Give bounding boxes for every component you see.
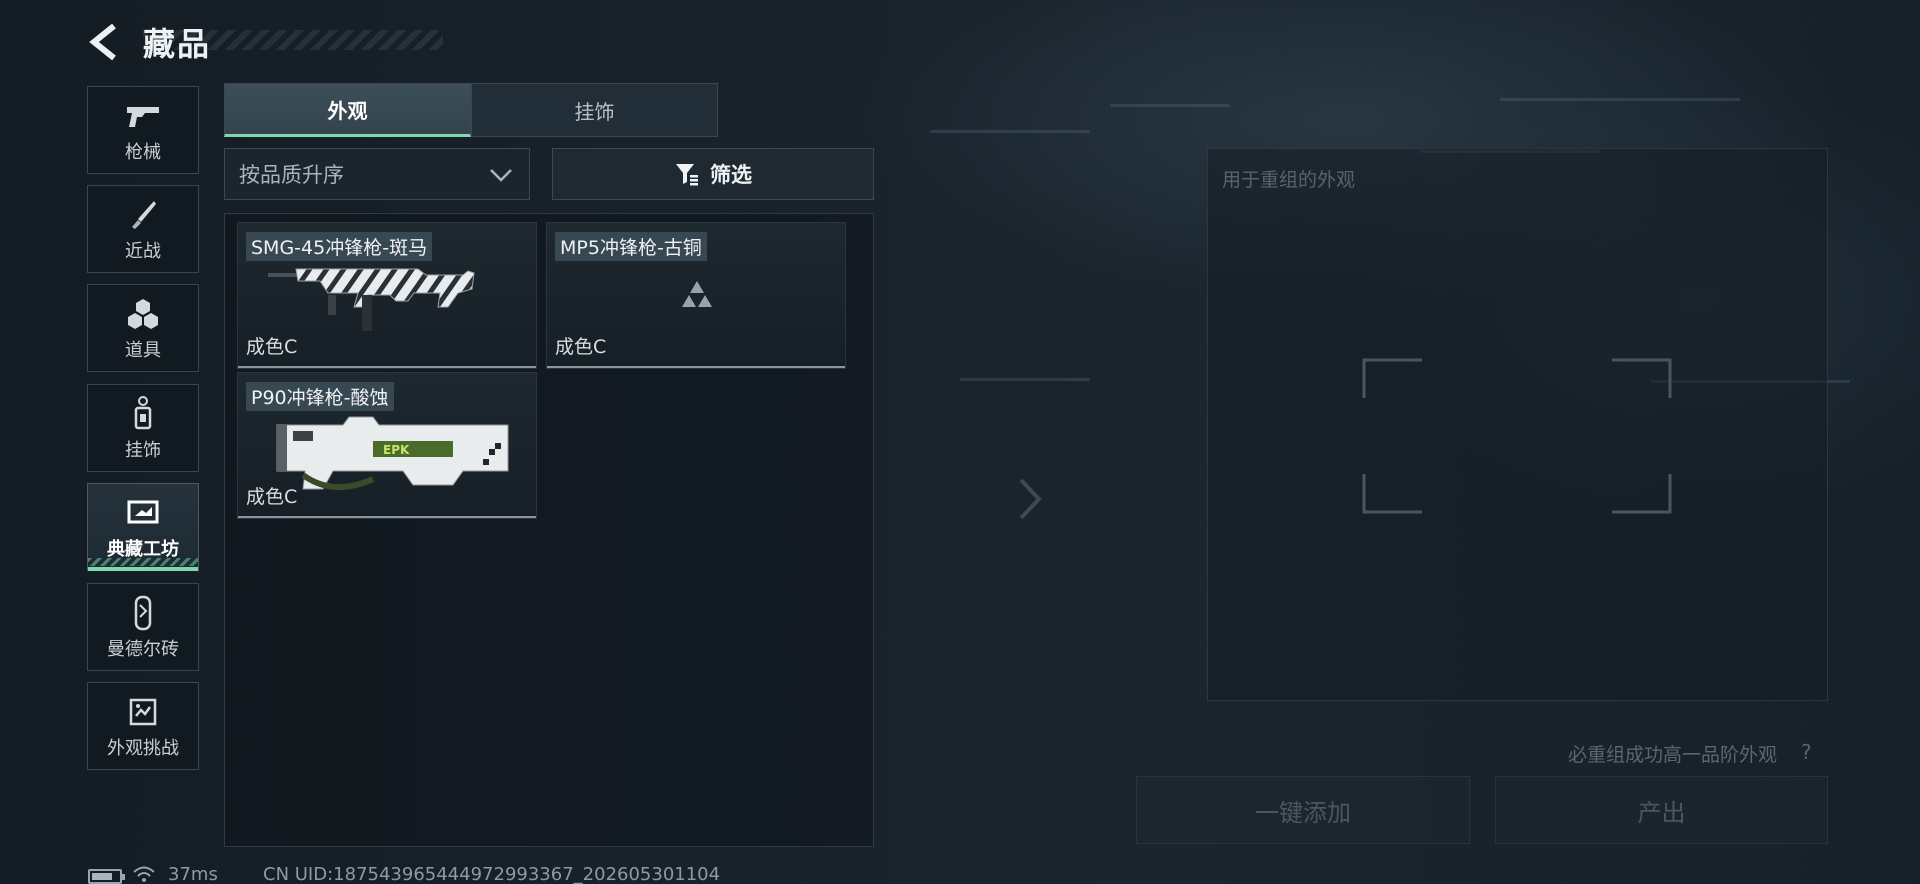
workshop-icon (123, 493, 163, 533)
card-underline (238, 516, 536, 518)
skin-grade: 成色C (246, 486, 298, 508)
sidebar-item-guns[interactable]: 枪械 (87, 86, 199, 174)
sidebar-item-label: 外观挑战 (107, 738, 179, 759)
recombine-slot[interactable] (1362, 358, 1672, 514)
card-underline (547, 366, 845, 368)
ping-readout: 37ms (168, 864, 218, 884)
tab-appearance[interactable]: 外观 (224, 83, 471, 137)
card-underline (238, 366, 536, 368)
skin-card-p90[interactable]: EPK P90冲锋枪-酸蚀 成色C (237, 372, 537, 519)
knife-icon (123, 195, 163, 235)
battery-icon (88, 869, 125, 884)
help-icon[interactable]: ? (1801, 740, 1812, 764)
sidebar-item-mandel-brick[interactable]: 曼德尔砖 (87, 583, 199, 671)
challenge-icon (123, 692, 163, 732)
skin-name: MP5冲锋枪-古铜 (555, 232, 707, 261)
sidebar-item-label: 挂饰 (125, 440, 161, 461)
p90-acid-skin: EPK (276, 416, 509, 491)
sidebar-item-label: 曼德尔砖 (107, 639, 179, 660)
sidebar-item-skin-challenge[interactable]: 外观挑战 (87, 682, 199, 770)
bg-streak (1110, 104, 1230, 107)
sort-dropdown[interactable]: 按品质升序 (224, 148, 530, 200)
active-indicator (88, 558, 198, 566)
filter-button[interactable]: 筛选 (552, 148, 874, 200)
bg-streak (1500, 98, 1740, 101)
filter-icon (676, 164, 698, 186)
merge-note: 必重组成功高一品阶外观 (1568, 744, 1778, 766)
skin-name: P90冲锋枪-酸蚀 (246, 382, 394, 411)
sort-value: 按品质升序 (239, 163, 344, 187)
sidebar-item-charms[interactable]: 挂饰 (87, 384, 199, 472)
sidebar-item-equipment[interactable]: 道具 (87, 284, 199, 372)
wifi-icon (133, 866, 155, 882)
smg45-zebra-skin (268, 268, 475, 331)
bg-streak (930, 130, 1090, 133)
uid-readout: CN UID:18754396544497299336​7_2026053011… (263, 864, 721, 884)
add-all-button[interactable]: 一键添加 (1136, 776, 1470, 844)
sidebar-item-workshop[interactable]: 典藏工坊 (87, 483, 199, 571)
bg-streak (960, 378, 1090, 381)
tab-charms[interactable]: 挂饰 (471, 83, 718, 137)
gun-icon (123, 96, 163, 136)
placeholder-triangle-icon (682, 281, 712, 307)
sidebar-item-label: 近战 (125, 241, 161, 262)
chevron-right-icon (1019, 478, 1042, 520)
output-button[interactable]: 产出 (1495, 776, 1828, 844)
skin-grade: 成色C (246, 336, 298, 358)
page-title: 藏品 (143, 25, 212, 63)
back-arrow-icon (89, 23, 116, 61)
sidebar-item-melee[interactable]: 近战 (87, 185, 199, 273)
back-button[interactable] (86, 22, 120, 62)
filter-label: 筛选 (710, 163, 752, 187)
skin-name: SMG-45冲锋枪-斑马 (246, 232, 433, 261)
skin-card-mp5[interactable]: MP5冲锋枪-古铜 成色C (546, 222, 846, 369)
skin-grade: 成色C (555, 336, 607, 358)
skin-grid: SMG-45冲锋枪-斑马 成色C MP5冲锋枪-古铜 成色C EPK P90冲锋… (224, 213, 874, 847)
chevron-down-icon (487, 161, 515, 194)
grenade-icon (123, 294, 163, 334)
brick-icon (123, 593, 163, 633)
charm-icon (123, 394, 163, 434)
sidebar-item-label: 枪械 (125, 142, 161, 163)
sidebar-item-label: 道具 (125, 340, 161, 361)
skin-card-smg45[interactable]: SMG-45冲锋枪-斑马 成色C (237, 222, 537, 369)
svg-text:EPK: EPK (383, 443, 410, 457)
recombine-hint: 用于重组的外观 (1222, 169, 1356, 191)
